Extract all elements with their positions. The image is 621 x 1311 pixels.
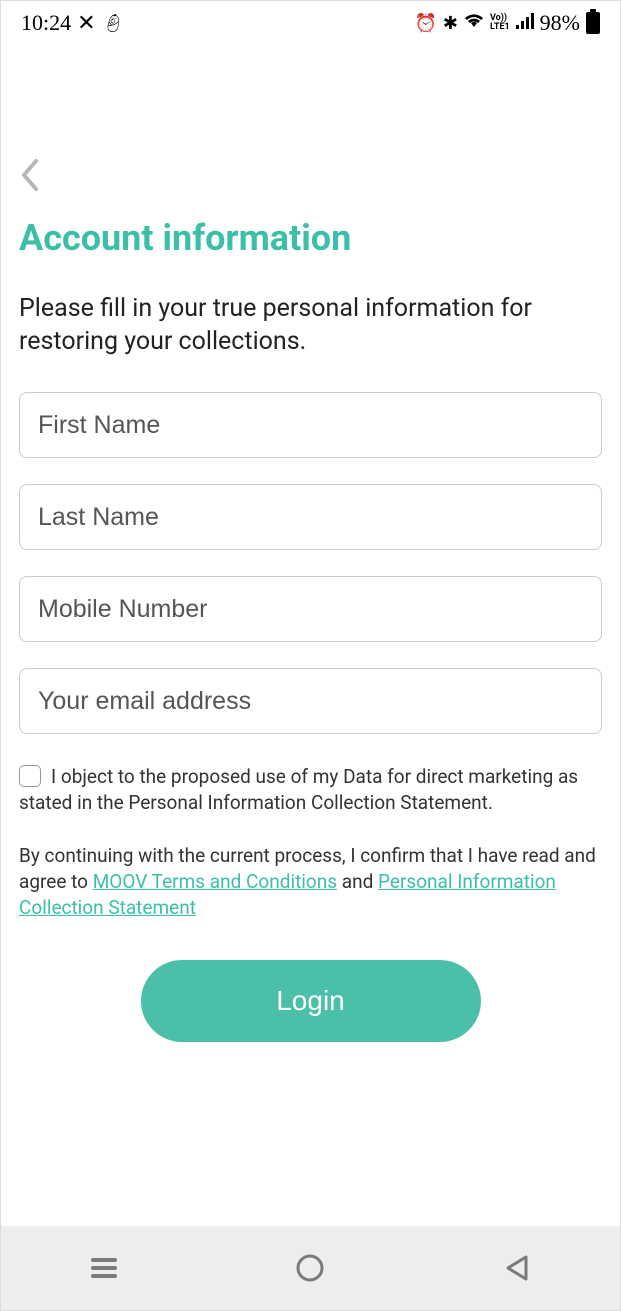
email-field[interactable]: [19, 668, 602, 734]
back-button[interactable]: [19, 155, 59, 195]
status-left: 10:24 ✕ 👶︎: [21, 10, 124, 36]
status-battery-text: 98%: [540, 10, 580, 36]
last-name-field[interactable]: [19, 484, 602, 550]
volte-icon: Vo))LTE1: [490, 14, 510, 32]
wifi-icon: [464, 13, 484, 34]
chevron-left-icon: [19, 158, 41, 192]
status-right: ⏰ ✱ Vo))LTE1 98%: [414, 10, 600, 36]
recent-icon: [89, 1256, 119, 1280]
legal-and: and: [337, 870, 378, 893]
page-title: Account information: [19, 217, 602, 259]
battery-icon: [586, 12, 600, 34]
alarm-icon: ⏰: [414, 13, 436, 34]
marketing-objection-label: I object to the proposed use of my Data …: [19, 765, 578, 814]
terms-link[interactable]: MOOV Terms and Conditions: [93, 870, 337, 893]
nav-back-button[interactable]: [499, 1250, 535, 1286]
system-nav-bar: [1, 1226, 620, 1310]
instruction-text: Please fill in your true personal inform…: [19, 293, 602, 358]
home-icon: [295, 1253, 325, 1283]
back-icon: [504, 1254, 530, 1282]
legal-text: By continuing with the current process, …: [19, 843, 602, 920]
status-time: 10:24: [21, 10, 71, 36]
login-button[interactable]: Login: [141, 960, 481, 1042]
child-icon: 👶︎: [102, 13, 125, 34]
status-bar: 10:24 ✕ 👶︎ ⏰ ✱ Vo))LTE1 98%: [1, 1, 620, 45]
nav-recent-button[interactable]: [86, 1250, 122, 1286]
mobile-number-field[interactable]: [19, 576, 602, 642]
marketing-objection-checkbox[interactable]: [19, 765, 41, 787]
nav-home-button[interactable]: [292, 1250, 328, 1286]
first-name-field[interactable]: [19, 392, 602, 458]
tools-icon: ✕: [77, 10, 95, 36]
marketing-objection-row: I object to the proposed use of my Data …: [19, 764, 602, 815]
signal-icon: [516, 13, 534, 34]
content-area: Account information Please fill in your …: [1, 155, 620, 1042]
bluetooth-icon: ✱: [443, 13, 458, 34]
